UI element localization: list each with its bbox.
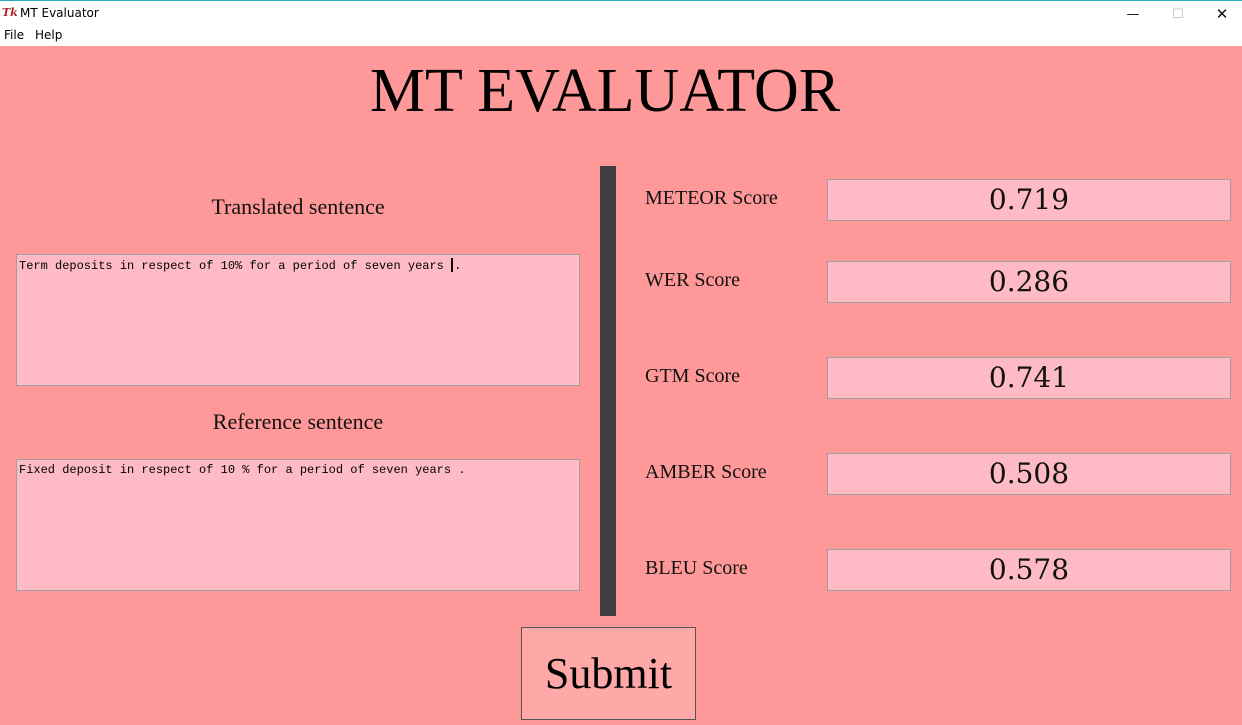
column-divider <box>600 166 616 616</box>
meteor-score-label: METEOR Score <box>645 187 778 209</box>
page-title: MT EVALUATOR <box>369 57 841 125</box>
menu-help[interactable]: Help <box>35 28 62 42</box>
reference-sentence-input[interactable]: Fixed deposit in respect of 10 % for a p… <box>16 459 580 591</box>
menu-bar: File Help <box>0 26 1242 46</box>
menu-file[interactable]: File <box>4 28 24 42</box>
translated-sentence-input[interactable]: Term deposits in respect of 10% for a pe… <box>16 254 580 386</box>
translated-sentence-tail: . <box>454 259 462 273</box>
bleu-score-label: BLEU Score <box>645 557 748 579</box>
translated-sentence-label: Translated sentence <box>211 194 385 219</box>
wer-score-label: WER Score <box>645 269 740 291</box>
reference-sentence-label: Reference sentence <box>212 409 384 434</box>
wer-score-field[interactable]: 0.286 <box>827 261 1231 303</box>
amber-score-field[interactable]: 0.508 <box>827 453 1231 495</box>
window-title: MT Evaluator <box>20 6 99 20</box>
translated-sentence-text: Term deposits in respect of 10% for a pe… <box>19 259 452 273</box>
reference-sentence-text: Fixed deposit in respect of 10 % for a p… <box>19 463 466 477</box>
submit-button[interactable]: Submit <box>521 627 696 720</box>
bleu-score-field[interactable]: 0.578 <box>827 549 1231 591</box>
gtm-score-field[interactable]: 0.741 <box>827 357 1231 399</box>
gtm-score-label: GTM Score <box>645 365 740 387</box>
maximize-button[interactable]: ☐ <box>1155 1 1201 27</box>
tk-feather-icon: Tk <box>2 6 18 19</box>
amber-score-label: AMBER Score <box>645 461 767 483</box>
close-button[interactable]: ✕ <box>1199 1 1242 27</box>
title-bar: Tk MT Evaluator — ☐ ✕ <box>0 0 1242 26</box>
meteor-score-field[interactable]: 0.719 <box>827 179 1231 221</box>
minimize-button[interactable]: — <box>1110 1 1156 27</box>
text-caret <box>451 258 454 272</box>
